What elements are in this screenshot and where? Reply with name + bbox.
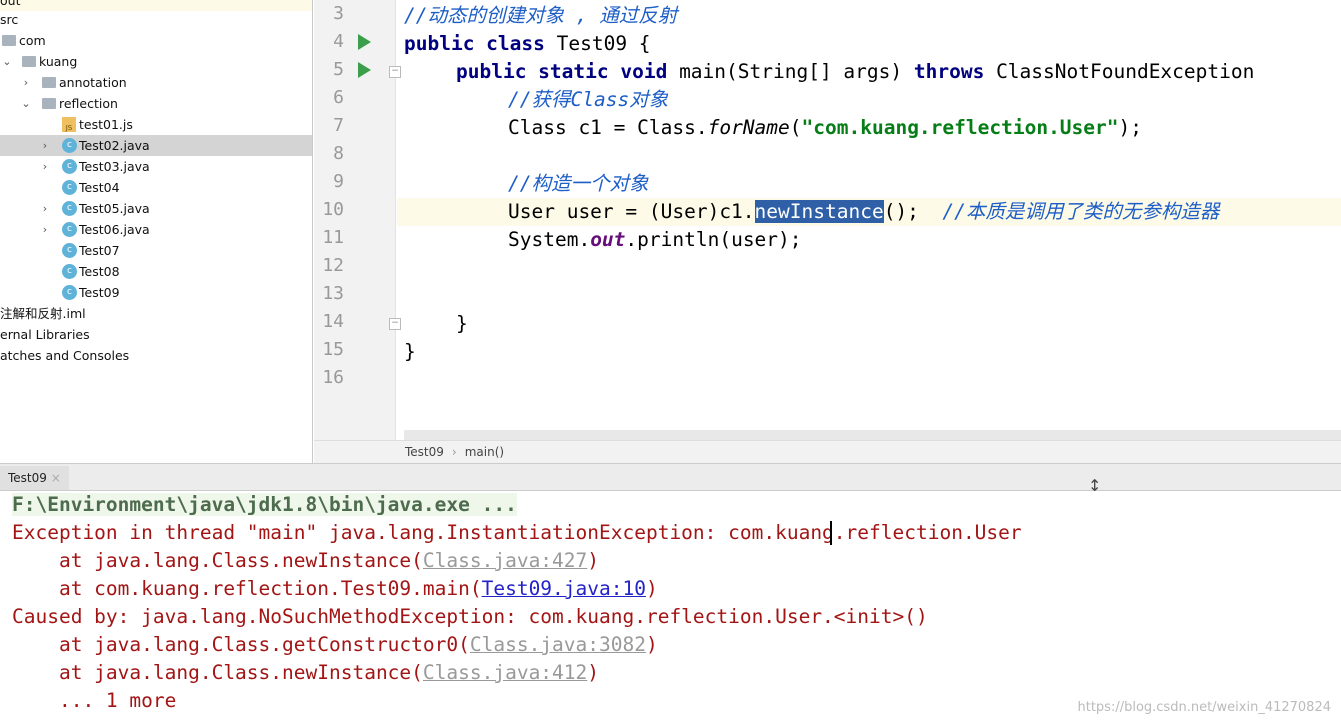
tree-item-kuang[interactable]: ⌄ kuang [0,51,312,72]
line-number: 10 [322,199,344,220]
line-number: 13 [322,283,344,304]
folder-icon [42,98,56,109]
folder-icon [2,35,16,46]
code-editor[interactable]: 3 4 5 6 7 8 9 10 11 12 13 14 15 16 − − //动态的创建对象 , 通过… [314,0,1341,463]
console-line: F:\Environment\java\jdk1.8\bin\java.exe … [12,493,517,516]
tree-item-test08[interactable]: c Test08 [0,261,312,282]
run-icon[interactable] [358,34,371,50]
chevron-right-icon[interactable]: › [39,135,51,156]
breadcrumb: Test09 › main() [314,440,1341,463]
java-class-icon: c [62,159,77,174]
line-number: 4 [333,31,344,52]
console-line: at java.lang.Class.newInstance(Class.jav… [12,549,600,572]
console-output[interactable]: F:\Environment\java\jdk1.8\bin\java.exe … [0,491,1341,723]
breadcrumb-method[interactable]: main() [465,445,504,459]
folder-icon [22,56,36,67]
line-number: 7 [333,115,344,136]
console-line: Caused by: java.lang.NoSuchMethodExcepti… [12,605,928,628]
code-line-3: //动态的创建对象 , 通过反射 [404,4,678,27]
stack-link[interactable]: Class.java:412 [423,661,587,684]
chevron-right-icon[interactable]: › [20,72,32,93]
stack-link[interactable]: Class.java:3082 [470,633,646,656]
code-line-15: } [404,340,416,363]
code-line-11: System.out.println(user); [508,228,802,251]
line-number: 11 [322,227,344,248]
breadcrumb-class[interactable]: Test09 [405,445,444,459]
tree-item-scratches[interactable]: atches and Consoles [0,345,312,366]
code-line-5: public static void main(String[] args) t… [456,60,1255,83]
js-file-icon: JS [62,117,76,132]
tree-item-external-libraries[interactable]: ernal Libraries [0,324,312,345]
folder-icon [42,77,56,88]
tree-item-annotation[interactable]: › annotation [0,72,312,93]
java-class-icon: c [62,201,77,216]
line-number: 6 [333,87,344,108]
tree-item-src[interactable]: src [0,9,312,30]
chevron-right-icon[interactable]: › [39,156,51,177]
tree-item-test09[interactable]: c Test09 [0,282,312,303]
fold-icon[interactable]: − [389,66,401,78]
chevron-right-icon[interactable]: › [39,198,51,219]
tree-item-test05[interactable]: › c Test05.java [0,198,312,219]
java-class-icon: c [62,243,77,258]
code-line-4: public class Test09 { [404,32,651,55]
run-toolbar: Test09 × [0,463,1341,491]
tree-item-test04[interactable]: c Test04 [0,177,312,198]
close-icon[interactable]: × [51,471,61,485]
console-line: Exception in thread "main" java.lang.Ins… [12,521,1022,544]
line-number: 14 [322,311,344,332]
selected-text: newInstance [754,200,884,223]
java-class-icon: c [62,180,77,195]
line-number: 12 [322,255,344,276]
stack-link[interactable]: Test09.java:10 [482,577,646,600]
code-line-10: User user = (User)c1.newInstance(); //本质… [508,200,1220,223]
fold-icon[interactable]: − [389,318,401,330]
tree-item-test02[interactable]: › c Test02.java [0,135,312,156]
run-tab[interactable]: Test09 × [0,466,69,490]
code-line-14: } [456,312,468,335]
stack-link[interactable]: Class.java:427 [423,549,587,572]
line-number: 5 [333,59,344,80]
run-icon[interactable] [358,62,371,78]
horizontal-scrollbar[interactable] [404,430,1341,440]
code-line-7: Class c1 = Class.forName("com.kuang.refl… [508,116,1142,139]
line-number: 9 [333,171,344,192]
tree-item-com[interactable]: com [0,30,312,51]
java-class-icon: c [62,264,77,279]
java-class-icon: c [62,222,77,237]
tree-item-test07[interactable]: c Test07 [0,240,312,261]
console-line: at com.kuang.reflection.Test09.main(Test… [12,577,658,600]
java-class-icon: c [62,138,77,153]
tree-item-test03[interactable]: › c Test03.java [0,156,312,177]
chevron-right-icon[interactable]: › [39,219,51,240]
line-number: 8 [333,143,344,164]
line-number: 15 [322,339,344,360]
console-line: ... 1 more [12,689,177,712]
chevron-down-icon[interactable]: ⌄ [20,93,32,114]
code-line-9: //构造一个对象 [508,172,649,195]
console-line: at java.lang.Class.getConstructor0(Class… [12,633,658,656]
console-line: at java.lang.Class.newInstance(Class.jav… [12,661,600,684]
project-tree[interactable]: out src com ⌄ kuang › annotation ⌄ reflecti… [0,0,313,463]
tree-item-iml[interactable]: 注解和反射.iml [0,303,312,324]
java-class-icon: c [62,285,77,300]
line-number: 3 [333,3,344,24]
tree-item-test01-js[interactable]: JS test01.js [0,114,312,135]
watermark: https://blog.csdn.net/weixin_41270824 [1077,700,1331,715]
code-line-6: //获得Class对象 [508,88,669,111]
tree-item-test06[interactable]: › c Test06.java [0,219,312,240]
chevron-down-icon[interactable]: ⌄ [1,51,13,72]
line-number: 16 [322,367,344,388]
text-cursor [830,521,832,545]
tree-item-reflection[interactable]: ⌄ reflection [0,93,312,114]
